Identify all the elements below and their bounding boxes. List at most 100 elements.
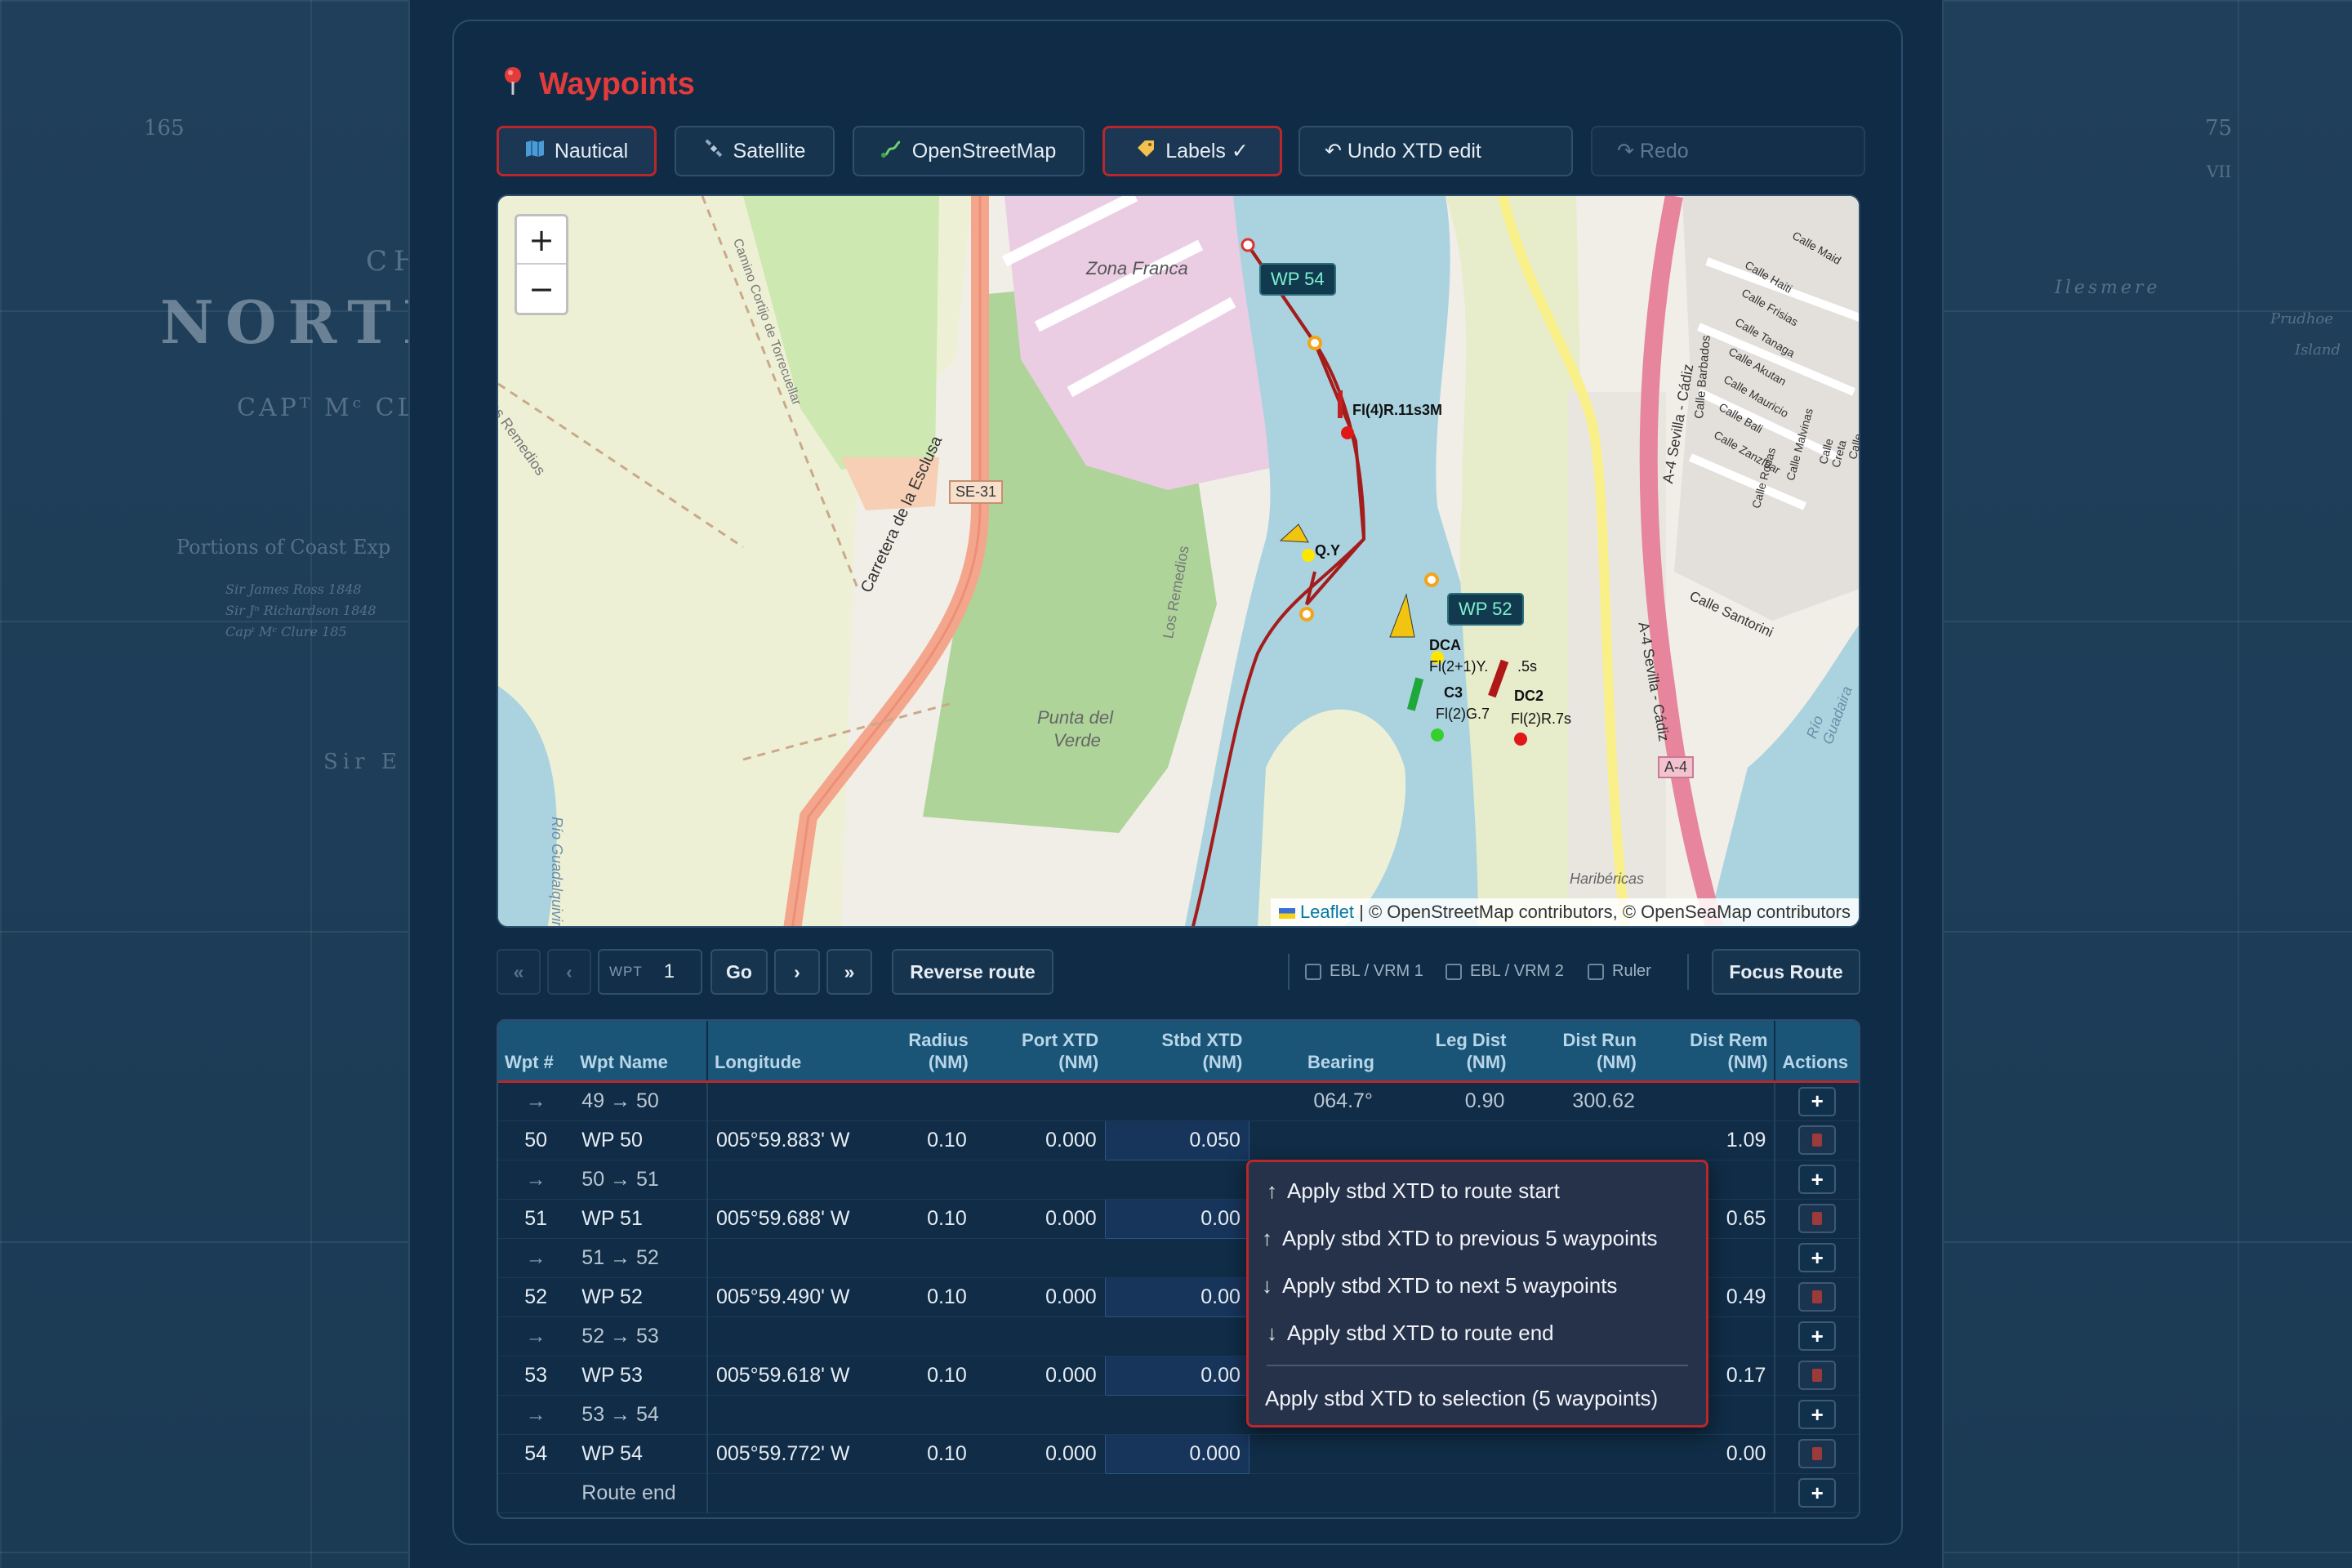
wpt-name[interactable]: WP 50 — [573, 1120, 708, 1160]
map-view[interactable]: + − WP 54 WP 52 Fl(4)R.11s3M Q.Y DCA Fl(… — [497, 194, 1860, 928]
satellite-layer-button[interactable]: Satellite — [675, 126, 835, 176]
map-attribution: Leaflet | © OpenStreetMap contributors, … — [1270, 898, 1859, 926]
wpt-stbd-xtd-input[interactable]: 0.050 — [1104, 1120, 1250, 1160]
apply-to-selection-item[interactable]: Apply stbd XTD to selection (5 waypoints… — [1265, 1386, 1658, 1411]
wpt-stbd-xtd-input[interactable]: 0.000 — [1104, 1433, 1250, 1474]
waypoint-label-wp52[interactable]: WP 52 — [1447, 593, 1524, 626]
labels-toggle-button[interactable]: Labels ✓ — [1102, 126, 1282, 176]
wpt-stbd-xtd-input[interactable]: 0.00 — [1104, 1276, 1250, 1317]
column-header[interactable]: Dist Run (NM) — [1512, 1021, 1643, 1083]
wpt-port-xtd[interactable]: 0.000 — [974, 1277, 1106, 1317]
nautical-layer-button[interactable]: Nautical — [497, 126, 657, 176]
ruler-label: Ruler — [1612, 962, 1651, 980]
column-header[interactable]: Longitude — [706, 1021, 866, 1083]
checkbox[interactable] — [1446, 963, 1462, 980]
wpt-radius[interactable]: 0.10 — [865, 1356, 975, 1396]
zoom-out-button[interactable]: − — [517, 265, 566, 313]
add-waypoint-button[interactable]: + — [1798, 1400, 1837, 1429]
trash-icon[interactable] — [1798, 1361, 1837, 1390]
checkbox[interactable] — [1305, 963, 1321, 980]
waypoint-dot[interactable] — [1299, 607, 1314, 621]
trash-icon[interactable] — [1798, 1125, 1837, 1155]
column-header[interactable]: Bearing — [1249, 1021, 1381, 1083]
first-waypoint-button[interactable]: « — [497, 949, 541, 995]
column-header[interactable]: Radius (NM) — [865, 1021, 975, 1083]
wpt-radius[interactable]: 0.10 — [865, 1120, 975, 1160]
main-page: Waypoints Nautical Satellite OpenStreetM… — [408, 0, 1944, 1568]
wpt-port-xtd[interactable]: 0.000 — [974, 1199, 1106, 1239]
waypoint-label-wp54[interactable]: WP 54 — [1259, 263, 1336, 296]
add-waypoint-button[interactable]: + — [1798, 1478, 1837, 1508]
focus-route-button[interactable]: Focus Route — [1712, 949, 1860, 995]
add-waypoint-button[interactable]: + — [1798, 1321, 1837, 1351]
undo-xtd-button[interactable]: ↶ Undo XTD edit — [1298, 126, 1573, 176]
redo-button[interactable]: ↷ Redo — [1591, 126, 1865, 176]
ruler-toggle[interactable]: Ruler — [1588, 962, 1651, 981]
waypoint-dot[interactable] — [1241, 238, 1255, 252]
wpt-radius[interactable]: 0.10 — [865, 1277, 975, 1317]
go-button[interactable]: Go — [710, 949, 768, 995]
waypoint-row[interactable]: 50 WP 50 005°59.883' W 0.10 0.000 0.050 … — [498, 1120, 1859, 1160]
trash-icon[interactable] — [1798, 1204, 1837, 1233]
wpt-stbd-xtd-input[interactable]: 0.00 — [1104, 1198, 1250, 1239]
add-waypoint-button[interactable]: + — [1798, 1243, 1837, 1272]
wpt-radius[interactable]: 0.10 — [865, 1199, 975, 1239]
column-header[interactable]: Wpt Name — [573, 1021, 708, 1083]
trash-icon[interactable] — [1798, 1282, 1837, 1312]
wpt-stbd-xtd-input[interactable]: 0.00 — [1104, 1355, 1250, 1396]
openstreetmap-layer-button[interactable]: OpenStreetMap — [853, 126, 1085, 176]
wpt-port-xtd[interactable]: 0.000 — [974, 1356, 1106, 1396]
last-waypoint-button[interactable]: » — [826, 949, 872, 995]
leg-arrow: → — [498, 1316, 574, 1356]
wpt-longitude[interactable]: 005°59.618' W — [706, 1356, 866, 1396]
apply-to-route-end-item[interactable]: ↓ Apply stbd XTD to route end — [1267, 1321, 1554, 1346]
wpt-name[interactable]: WP 52 — [573, 1277, 708, 1317]
add-waypoint-button[interactable]: + — [1798, 1165, 1837, 1194]
wpt-radius[interactable]: 0.10 — [865, 1434, 975, 1474]
add-waypoint-button[interactable]: + — [1798, 1086, 1837, 1116]
chart-text: NORTH-W — [160, 287, 425, 357]
apply-to-next-item[interactable]: ↓ Apply stbd XTD to next 5 waypoints — [1262, 1273, 1617, 1298]
wpt-name[interactable]: WP 53 — [573, 1356, 708, 1396]
wpt-number: 50 — [498, 1120, 574, 1160]
wpt-name[interactable]: WP 54 — [573, 1434, 708, 1474]
trash-icon[interactable] — [1798, 1439, 1837, 1468]
apply-to-route-start-item[interactable]: ↑ Apply stbd XTD to route start — [1267, 1178, 1560, 1204]
ebl-vrm-2-toggle[interactable]: EBL / VRM 2 — [1446, 962, 1564, 981]
menu-item-label: Apply stbd XTD to previous 5 waypoints — [1282, 1226, 1658, 1250]
wpt-longitude[interactable]: 005°59.883' W — [706, 1120, 866, 1160]
xtd-context-menu: ↑ Apply stbd XTD to route start ↑ Apply st… — [1246, 1160, 1708, 1428]
waypoint-navigation-bar: « ‹ WPT 1 Go › » Reverse route EBL / VRM… — [497, 949, 1860, 996]
waypoint-number-input[interactable]: WPT 1 — [598, 949, 702, 995]
wpt-port-xtd[interactable]: 0.000 — [974, 1434, 1106, 1474]
leg-name: 53 → 54 — [573, 1395, 708, 1435]
leg-row[interactable]: → 49 → 50 064.7° 0.90 300.62 + — [498, 1081, 1859, 1121]
ebl-vrm-2-label: EBL / VRM 2 — [1470, 962, 1564, 980]
wpt-port-xtd[interactable]: 0.000 — [974, 1120, 1106, 1160]
place-label: Punta del — [1037, 707, 1113, 728]
ebl-vrm-1-toggle[interactable]: EBL / VRM 1 — [1305, 962, 1423, 981]
apply-to-previous-item[interactable]: ↑ Apply stbd XTD to previous 5 waypoints — [1262, 1226, 1658, 1251]
leaflet-link[interactable]: Leaflet — [1300, 902, 1354, 922]
checkbox[interactable] — [1588, 963, 1604, 980]
waypoint-row[interactable]: 54 WP 54 005°59.772' W 0.10 0.000 0.000 … — [498, 1433, 1859, 1474]
column-header[interactable]: Leg Dist (NM) — [1380, 1021, 1513, 1083]
wpt-longitude[interactable]: 005°59.688' W — [706, 1199, 866, 1239]
column-header[interactable]: Port XTD (NM) — [974, 1021, 1106, 1083]
reverse-route-button[interactable]: Reverse route — [892, 949, 1054, 995]
wpt-longitude[interactable]: 005°59.772' W — [706, 1434, 866, 1474]
waypoint-dot[interactable] — [1307, 336, 1322, 350]
zoom-in-button[interactable]: + — [517, 216, 566, 265]
wpt-longitude[interactable]: 005°59.490' W — [706, 1277, 866, 1317]
column-header[interactable]: Stbd XTD (NM) — [1105, 1021, 1250, 1083]
previous-waypoint-button[interactable]: ‹ — [547, 949, 591, 995]
background-chart-right: 75 VII Prudhoe Island Ilesmere — [1927, 0, 2352, 1568]
waypoint-dot[interactable] — [1424, 572, 1439, 587]
place-label: Haribéricas — [1570, 871, 1645, 887]
tag-icon — [1136, 140, 1156, 163]
next-waypoint-button[interactable]: › — [774, 949, 820, 995]
route-end-row[interactable]: Route end + — [498, 1473, 1859, 1513]
column-header[interactable]: Wpt # — [498, 1021, 574, 1083]
wpt-name[interactable]: WP 51 — [573, 1199, 708, 1239]
column-header[interactable]: Dist Rem (NM) — [1642, 1021, 1776, 1083]
